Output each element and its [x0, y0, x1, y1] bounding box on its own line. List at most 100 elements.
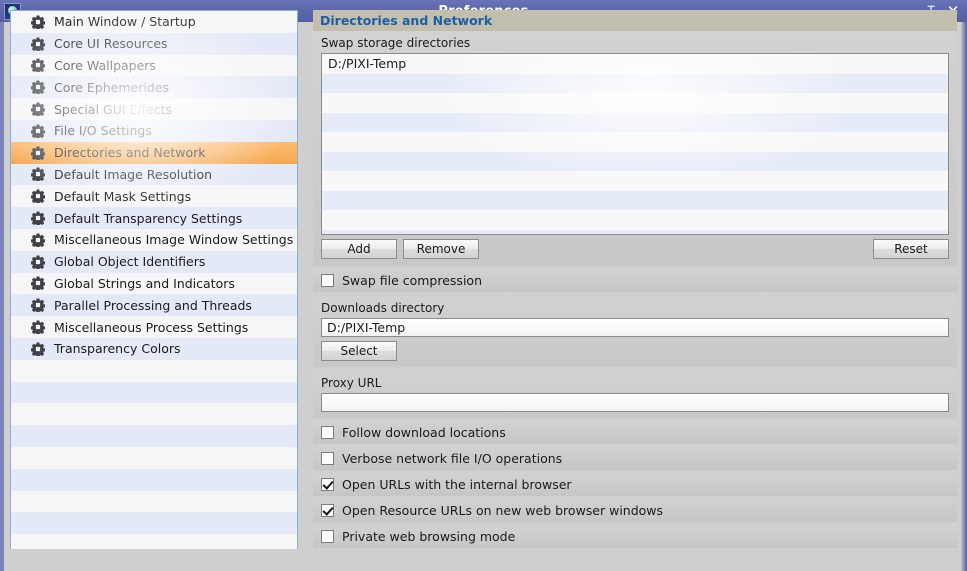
- preferences-category-list[interactable]: Main Window / Startup Core UI Resources Co…: [10, 10, 298, 549]
- proxy-url-input[interactable]: [321, 393, 949, 412]
- sidebar-empty-row: [11, 381, 297, 404]
- remove-button[interactable]: Remove: [403, 239, 479, 259]
- gear-icon: [30, 167, 46, 183]
- option-row-open-resource-urls-on-new-web-browser-windows[interactable]: Open Resource URLs on new web browser wi…: [313, 499, 957, 522]
- select-button[interactable]: Select: [321, 341, 397, 361]
- swap-compression-label: Swap file compression: [342, 273, 482, 288]
- gear-icon-shape: [30, 15, 46, 31]
- option-checkbox-open-resource-urls-on-new-web-browser-windows[interactable]: [321, 504, 334, 517]
- gear-icon: [30, 102, 46, 118]
- sidebar-empty-row: [11, 468, 297, 491]
- gear-icon-shape: [30, 59, 46, 74]
- gear-icon: [30, 124, 46, 140]
- gear-icon: [30, 189, 46, 205]
- option-checkbox-private-web-browsing-mode[interactable]: [321, 530, 334, 543]
- sidebar-item-label: Core UI Resources: [54, 36, 168, 52]
- option-row-verbose-network-file-i-o-operations[interactable]: Verbose network file I/O operations: [313, 447, 957, 470]
- network-options-list: Follow download locations Verbose network…: [313, 421, 957, 548]
- sidebar-item-transparency-colors[interactable]: Transparency Colors: [11, 337, 297, 360]
- sidebar-empty-row: [11, 534, 297, 549]
- swap-storage-empty-row: [322, 73, 948, 93]
- option-row-follow-download-locations[interactable]: Follow download locations: [313, 421, 957, 444]
- sidebar-item-special-gui-effects[interactable]: Special GUI Effects: [11, 98, 297, 120]
- swap-storage-empty-row: [322, 210, 948, 230]
- sidebar-item-label: Special GUI Effects: [54, 101, 172, 117]
- gear-icon: [30, 80, 46, 96]
- downloads-directory-input[interactable]: D:/PIXI-Temp: [321, 318, 949, 337]
- gear-icon-shape: [30, 80, 46, 96]
- gear-icon: [30, 255, 46, 270]
- sidebar-item-file-i-o-settings[interactable]: File I/O Settings: [11, 119, 297, 142]
- swap-storage-empty-row: [322, 132, 948, 152]
- panel-header: Directories and Network: [313, 10, 957, 31]
- sidebar-item-label: Miscellaneous Image Window Settings: [54, 232, 294, 248]
- option-label: Follow download locations: [342, 425, 506, 440]
- option-checkbox-open-urls-with-the-internal-browser[interactable]: [321, 478, 334, 491]
- sidebar-item-global-object-identifiers[interactable]: Global Object Identifiers: [11, 250, 297, 273]
- gear-icon: [30, 233, 46, 249]
- sidebar-item-core-wallpapers[interactable]: Core Wallpapers: [11, 54, 297, 77]
- gear-icon: [30, 211, 46, 227]
- sidebar-item-main-window-startup[interactable]: Main Window / Startup: [11, 11, 297, 33]
- add-button[interactable]: Add: [321, 239, 397, 259]
- gear-icon-shape: [30, 255, 46, 270]
- sidebar-item-label: Main Window / Startup: [54, 14, 196, 30]
- swap-storage-label: Swap storage directories: [321, 36, 471, 50]
- proxy-url-label: Proxy URL: [321, 376, 382, 390]
- gear-icon: [30, 320, 46, 336]
- swap-storage-empty-row: [322, 112, 948, 132]
- downloads-directory-group: Downloads directory D:/PIXI-Temp Select: [313, 295, 957, 367]
- gear-icon: [30, 15, 46, 31]
- sidebar-item-label: Global Strings and Indicators: [54, 275, 235, 291]
- swap-compression-row[interactable]: Swap file compression: [313, 269, 957, 292]
- sidebar-item-parallel-processing-and-threads[interactable]: Parallel Processing and Threads: [11, 294, 297, 317]
- option-label: Open URLs with the internal browser: [342, 477, 572, 492]
- gear-icon-shape: [30, 167, 46, 183]
- sidebar-empty-row: [11, 403, 297, 426]
- swap-storage-entry[interactable]: D:/PIXI-Temp: [322, 54, 948, 74]
- sidebar-item-directories-and-network[interactable]: Directories and Network: [11, 141, 297, 164]
- swap-storage-empty-row: [322, 190, 948, 210]
- sidebar-item-default-mask-settings[interactable]: Default Mask Settings: [11, 185, 297, 208]
- option-row-private-web-browsing-mode[interactable]: Private web browsing mode: [313, 525, 957, 548]
- gear-icon-shape: [30, 189, 46, 205]
- gear-icon-shape: [30, 124, 46, 140]
- sidebar-empty-row: [11, 425, 297, 447]
- option-checkbox-follow-download-locations[interactable]: [321, 426, 334, 439]
- swap-storage-empty-row: [322, 229, 948, 234]
- sidebar-item-miscellaneous-image-window-settings[interactable]: Miscellaneous Image Window Settings: [11, 228, 297, 251]
- sidebar-item-core-ui-resources[interactable]: Core UI Resources: [11, 32, 297, 55]
- sidebar-item-label: Default Transparency Settings: [54, 210, 243, 226]
- sidebar-empty-row: [11, 359, 297, 382]
- swap-storage-empty-row: [322, 93, 948, 113]
- gear-icon: [30, 58, 46, 74]
- reset-button[interactable]: Reset: [873, 239, 949, 259]
- sidebar-item-default-transparency-settings[interactable]: Default Transparency Settings: [11, 207, 297, 229]
- sidebar-item-default-image-resolution[interactable]: Default Image Resolution: [11, 163, 297, 186]
- sidebar-item-global-strings-and-indicators[interactable]: Global Strings and Indicators: [11, 272, 297, 295]
- gear-icon: [30, 342, 46, 358]
- sidebar-empty-row: [11, 490, 297, 513]
- sidebar-item-miscellaneous-process-settings[interactable]: Miscellaneous Process Settings: [11, 316, 297, 338]
- sidebar-item-label: Global Object Identifiers: [54, 254, 206, 270]
- swap-storage-empty-row: [322, 151, 948, 171]
- option-label: Private web browsing mode: [342, 529, 516, 544]
- panel-title: Directories and Network: [320, 13, 493, 28]
- sidebar-item-core-ephemerides[interactable]: Core Ephemerides: [11, 76, 297, 99]
- option-checkbox-verbose-network-file-i-o-operations[interactable]: [321, 452, 334, 465]
- gear-icon-shape: [30, 320, 46, 336]
- sidebar-item-label: Transparency Colors: [54, 341, 181, 357]
- sidebar-item-label: Parallel Processing and Threads: [54, 297, 252, 313]
- swap-storage-rows: D:/PIXI-Temp: [322, 54, 948, 234]
- downloads-directory-label: Downloads directory: [321, 301, 445, 315]
- gear-icon-shape: [30, 233, 46, 249]
- option-row-open-urls-with-the-internal-browser[interactable]: Open URLs with the internal browser: [313, 473, 957, 496]
- gear-icon-shape: [30, 102, 46, 118]
- sidebar-item-label: Default Mask Settings: [54, 188, 192, 204]
- preferences-window: Preferences ⌶ ✕ Main Window / StartupCor…: [0, 0, 967, 571]
- gear-icon-shape: [30, 211, 46, 227]
- sidebar-item-label: Core Ephemerides: [54, 79, 169, 95]
- swap-storage-listbox[interactable]: D:/PIXI-Temp: [321, 53, 949, 235]
- gear-icon-shape: [30, 37, 46, 52]
- swap-compression-checkbox[interactable]: [321, 274, 334, 287]
